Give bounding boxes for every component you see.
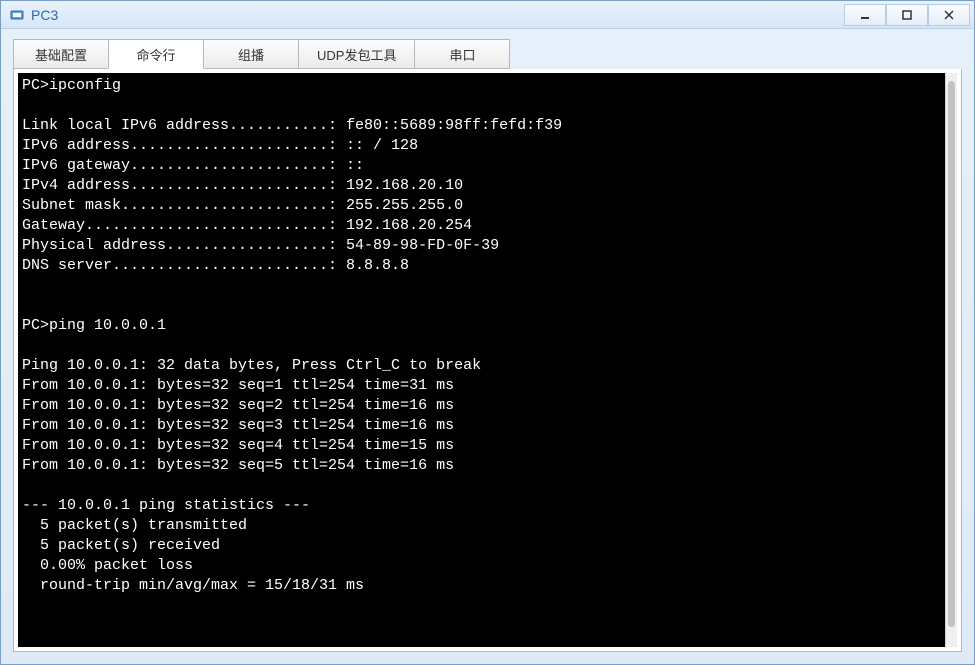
ipconfig-ipv4-addr: IPv4 address......................: 192.… xyxy=(22,177,463,194)
ipconfig-subnet: Subnet mask.......................: 255.… xyxy=(22,197,463,214)
tab-basic-config[interactable]: 基础配置 xyxy=(13,39,109,69)
ipconfig-ipv6-gw: IPv6 gateway......................: :: xyxy=(22,157,364,174)
ping-reply: From 10.0.0.1: bytes=32 seq=5 ttl=254 ti… xyxy=(22,457,454,474)
ipconfig-dns: DNS server........................: 8.8.… xyxy=(22,257,409,274)
window-title: PC3 xyxy=(31,7,844,23)
terminal-output[interactable]: PC>ipconfig Link local IPv6 address.....… xyxy=(18,73,945,647)
tab-serial[interactable]: 串口 xyxy=(414,39,510,69)
ping-stats-header: --- 10.0.0.1 ping statistics --- xyxy=(22,497,310,514)
scrollbar-thumb[interactable] xyxy=(948,81,955,627)
titlebar[interactable]: PC3 xyxy=(1,1,974,29)
ping-reply: From 10.0.0.1: bytes=32 seq=2 ttl=254 ti… xyxy=(22,397,454,414)
ping-header: Ping 10.0.0.1: 32 data bytes, Press Ctrl… xyxy=(22,357,481,374)
ipconfig-physical: Physical address..................: 54-8… xyxy=(22,237,499,254)
tab-command-line[interactable]: 命令行 xyxy=(108,39,204,69)
terminal-panel: PC>ipconfig Link local IPv6 address.....… xyxy=(13,69,962,652)
ping-stats-loss: 0.00% packet loss xyxy=(22,557,193,574)
ping-stats-tx: 5 packet(s) transmitted xyxy=(22,517,247,534)
cmd-ipconfig: ipconfig xyxy=(49,77,121,94)
close-button[interactable] xyxy=(928,4,970,26)
content-area: 基础配置 命令行 组播 UDP发包工具 串口 PC>ipconfig Link … xyxy=(1,29,974,664)
terminal-scrollbar[interactable] xyxy=(945,73,957,647)
ping-reply: From 10.0.0.1: bytes=32 seq=4 ttl=254 ti… xyxy=(22,437,454,454)
maximize-button[interactable] xyxy=(886,4,928,26)
tab-multicast[interactable]: 组播 xyxy=(203,39,299,69)
ipconfig-link-local: Link local IPv6 address...........: fe80… xyxy=(22,117,562,134)
window-controls xyxy=(844,4,970,26)
app-icon xyxy=(9,7,25,23)
ipconfig-gateway: Gateway...........................: 192.… xyxy=(22,217,472,234)
tab-row: 基础配置 命令行 组播 UDP发包工具 串口 xyxy=(13,39,962,69)
minimize-button[interactable] xyxy=(844,4,886,26)
prompt: PC> xyxy=(22,77,49,94)
prompt: PC> xyxy=(22,317,49,334)
cmd-ping: ping 10.0.0.1 xyxy=(49,317,166,334)
tab-udp-tool[interactable]: UDP发包工具 xyxy=(298,39,415,69)
ping-reply: From 10.0.0.1: bytes=32 seq=3 ttl=254 ti… xyxy=(22,417,454,434)
ping-stats-rtt: round-trip min/avg/max = 15/18/31 ms xyxy=(22,577,364,594)
ping-reply: From 10.0.0.1: bytes=32 seq=1 ttl=254 ti… xyxy=(22,377,454,394)
app-window: PC3 基础配置 命令行 组播 UDP发包工具 串口 PC>ipconfig L… xyxy=(0,0,975,665)
ipconfig-ipv6-addr: IPv6 address......................: :: /… xyxy=(22,137,418,154)
ping-stats-rx: 5 packet(s) received xyxy=(22,537,220,554)
